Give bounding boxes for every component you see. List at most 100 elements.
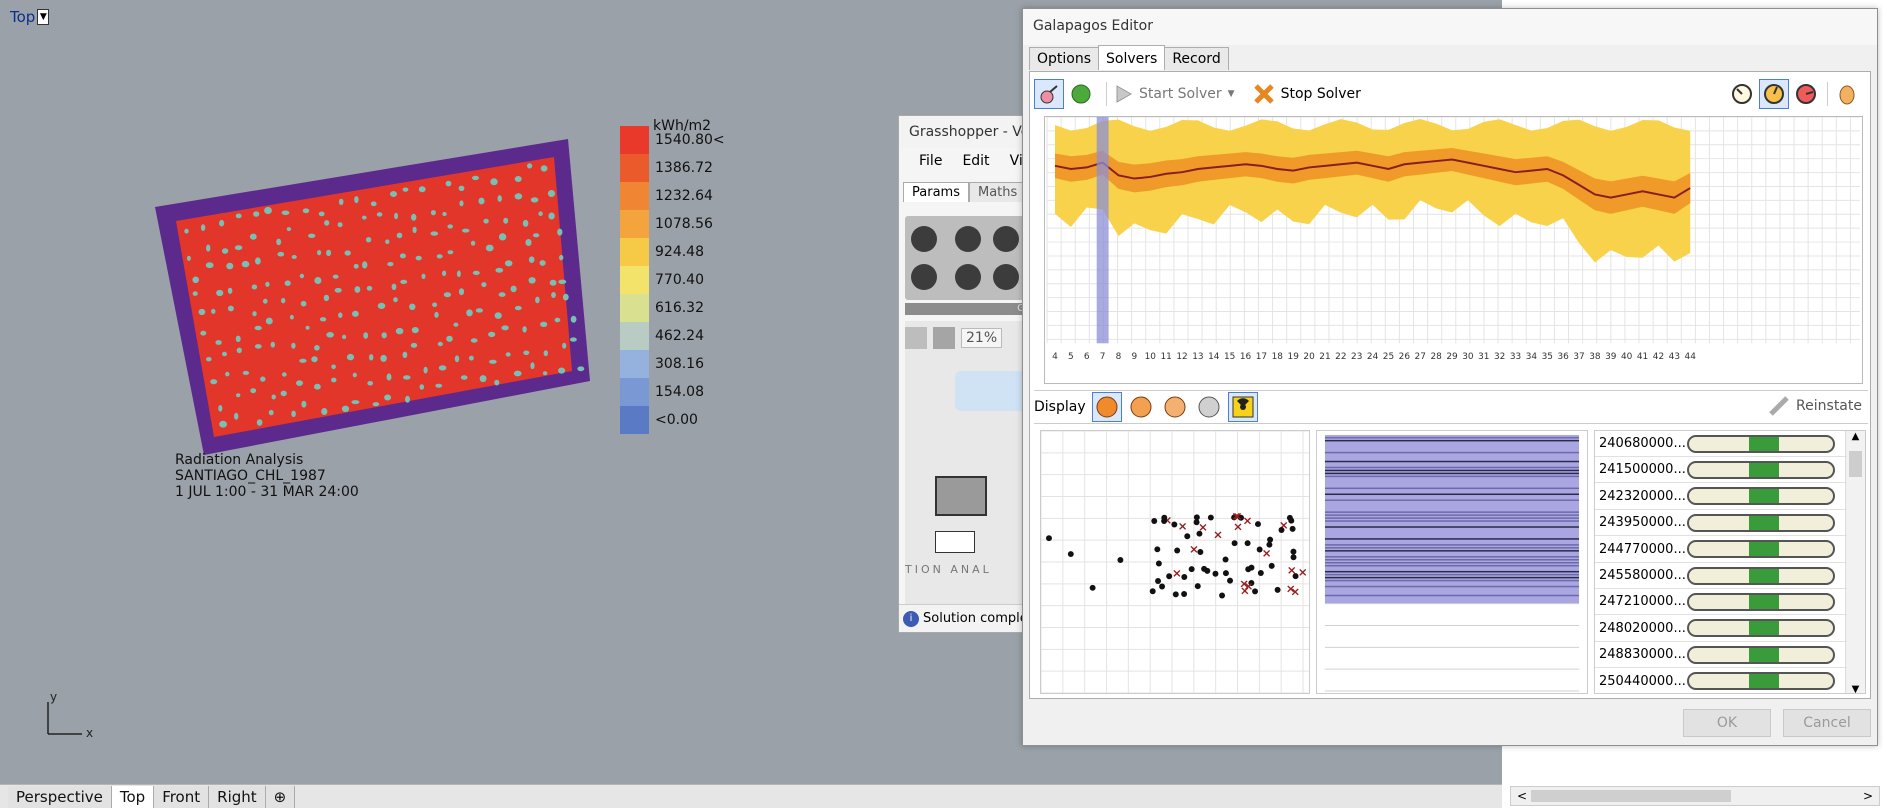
scroll-thumb[interactable] xyxy=(1849,451,1862,477)
genome-list[interactable]: ▲ ▼ 240680000... 241500000... 242320000...… xyxy=(1594,430,1866,694)
gh-component-node[interactable] xyxy=(935,476,987,516)
menu-view[interactable]: Vi xyxy=(1010,148,1023,174)
grasshopper-title[interactable]: Grasshopper - Vo xyxy=(899,116,1037,148)
population-scatter[interactable]: ××××××××××××××××××× xyxy=(1040,430,1310,694)
scroll-right-icon[interactable]: > xyxy=(1863,789,1873,803)
genome-row[interactable]: 250440000... xyxy=(1595,669,1847,693)
genome-row[interactable]: 248020000... xyxy=(1595,616,1847,642)
add-viewport-tab[interactable]: ⊕ xyxy=(265,785,296,808)
tab-solvers[interactable]: Solvers xyxy=(1098,45,1166,70)
grasshopper-window[interactable]: Grasshopper - Vo File Edit Vi Params Mat… xyxy=(898,115,1038,633)
start-solver-button[interactable]: Start Solver ▼ xyxy=(1115,84,1235,104)
tab-record[interactable]: Record xyxy=(1164,47,1229,70)
galapagos-window[interactable]: Galapagos Editor Options Solvers Record … xyxy=(1022,8,1878,746)
save-icon[interactable] xyxy=(933,327,955,349)
genome-slider[interactable] xyxy=(1687,672,1835,691)
scroll-up-icon[interactable]: ▲ xyxy=(1846,431,1865,442)
genome-row[interactable]: 240680000... xyxy=(1595,431,1847,457)
display-mode-button[interactable] xyxy=(1160,392,1190,422)
menu-edit[interactable]: Edit xyxy=(962,148,989,174)
generation-selector[interactable] xyxy=(1096,117,1109,344)
genome-row[interactable]: 242320000... xyxy=(1595,484,1847,510)
component-icon[interactable] xyxy=(911,226,937,252)
perforation xyxy=(219,219,225,227)
genome-stripe xyxy=(1324,466,1580,469)
display-mode-button[interactable] xyxy=(1126,392,1156,422)
speed-medium-button[interactable] xyxy=(1759,79,1789,109)
viewport-tab[interactable]: Top xyxy=(111,785,155,808)
fitness-graph[interactable]: 4 5 6 7 8 9 10 11 12 13 14 15 16 17 18 19 20 21 22 23 24 25 26… xyxy=(1044,116,1863,384)
perforation xyxy=(301,400,307,408)
speed-slow-button[interactable] xyxy=(1727,79,1757,109)
genome-slider[interactable] xyxy=(1687,619,1835,638)
tab-options[interactable]: Options xyxy=(1029,47,1100,70)
horizontal-scrollbar[interactable]: < > xyxy=(1510,786,1880,806)
genome-slider[interactable] xyxy=(1687,592,1835,611)
x-tick-label: 36 xyxy=(1557,352,1569,362)
tab-maths[interactable]: Maths xyxy=(968,182,1027,202)
genome-row[interactable]: 248830000... xyxy=(1595,642,1847,669)
scatter-cross: × xyxy=(1198,520,1208,534)
genome-strip[interactable] xyxy=(1316,430,1588,694)
genome-slider[interactable] xyxy=(1687,460,1835,479)
perforation xyxy=(253,211,260,217)
gh-component-node[interactable] xyxy=(935,531,975,553)
scatter-point xyxy=(1252,588,1259,595)
scroll-thumb[interactable] xyxy=(1531,790,1731,802)
perforation xyxy=(264,206,272,215)
chevron-down-icon[interactable]: ▼ xyxy=(1228,89,1235,99)
genome-slider[interactable] xyxy=(1687,513,1835,532)
stop-solver-button[interactable]: Stop Solver xyxy=(1253,83,1361,105)
ok-button[interactable]: OK xyxy=(1683,709,1771,737)
genome-row[interactable]: 241500000... xyxy=(1595,457,1847,484)
genome-row[interactable]: 245580000... xyxy=(1595,563,1847,589)
scroll-left-icon[interactable]: < xyxy=(1517,789,1527,803)
component-icon[interactable] xyxy=(911,264,937,290)
perforation xyxy=(234,245,243,251)
scroll-down-icon[interactable]: ▼ xyxy=(1846,684,1865,693)
reinstate-button[interactable]: Reinstate xyxy=(1768,395,1862,417)
component-icon[interactable] xyxy=(993,226,1019,252)
component-icon[interactable] xyxy=(955,264,981,290)
tab-params[interactable]: Params xyxy=(903,182,969,202)
genome-slider[interactable] xyxy=(1687,645,1835,664)
radiation-toggle-button[interactable] xyxy=(1227,392,1258,422)
genome-slider[interactable] xyxy=(1687,540,1835,559)
genome-row[interactable]: 243950000... xyxy=(1595,510,1847,537)
perforation xyxy=(495,267,504,273)
x-tick-label: 39 xyxy=(1605,352,1617,362)
genome-row[interactable]: 244770000... xyxy=(1595,537,1847,563)
genome-slider[interactable] xyxy=(1687,566,1835,585)
component-icon[interactable] xyxy=(955,226,981,252)
zoom-field[interactable]: 21% xyxy=(961,328,1003,348)
galapagos-title[interactable]: Galapagos Editor xyxy=(1023,9,1877,45)
viewport-dropdown-icon[interactable]: ▼ xyxy=(37,9,50,25)
viewport-tab[interactable]: Perspective xyxy=(8,785,112,808)
genome-value: 245580000... xyxy=(1599,568,1686,583)
component-icon[interactable] xyxy=(993,264,1019,290)
perforation xyxy=(342,334,347,340)
scatter-point xyxy=(1181,573,1188,580)
perforation xyxy=(300,300,307,307)
menu-file[interactable]: File xyxy=(919,148,942,174)
viewport-tab[interactable]: Right xyxy=(209,785,266,808)
cancel-button[interactable]: Cancel xyxy=(1783,709,1871,737)
grasshopper-canvas[interactable]: 21% TION ANAL xyxy=(905,321,1035,611)
genome-list-scrollbar[interactable]: ▲ ▼ xyxy=(1845,431,1865,693)
viewport-tab[interactable]: Front xyxy=(154,785,210,808)
annealing-solver-button[interactable] xyxy=(1066,79,1096,109)
display-mode-button[interactable] xyxy=(1091,392,1122,422)
perforation xyxy=(399,253,406,259)
speed-fast-button[interactable] xyxy=(1791,79,1821,109)
x-tick-label: 9 xyxy=(1132,352,1138,362)
evolutionary-solver-button[interactable] xyxy=(1034,79,1064,109)
display-mode-button[interactable] xyxy=(1194,392,1224,422)
x-tick-label: 17 xyxy=(1256,352,1267,362)
genome-slider[interactable] xyxy=(1687,434,1835,453)
genome-slider[interactable] xyxy=(1687,487,1835,506)
genome-row[interactable]: 247210000... xyxy=(1595,589,1847,616)
viewport-label[interactable]: Top ▼ xyxy=(10,8,50,26)
open-icon[interactable] xyxy=(905,327,927,349)
viewport-name[interactable]: Top xyxy=(10,8,35,26)
egg-button[interactable] xyxy=(1832,79,1862,109)
